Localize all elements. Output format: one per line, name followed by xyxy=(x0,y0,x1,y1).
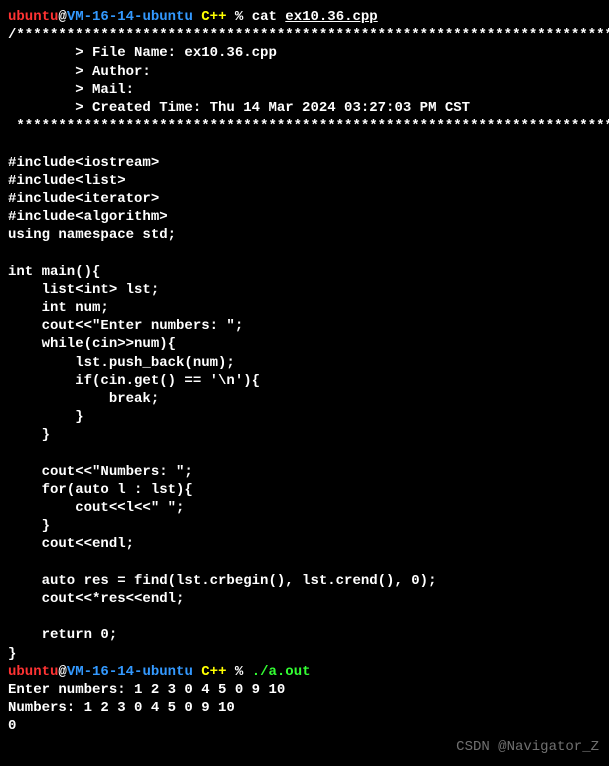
prompt-user: ubuntu xyxy=(8,8,58,26)
prompt-percent: % xyxy=(235,663,252,681)
source-code-output: /***************************************… xyxy=(8,26,601,663)
program-output: Enter numbers: 1 2 3 0 4 5 0 9 10 Number… xyxy=(8,681,601,736)
prompt-command[interactable]: cat xyxy=(252,8,286,26)
prompt-user: ubuntu xyxy=(8,663,58,681)
prompt-at: @ xyxy=(58,663,66,681)
prompt-dir: C++ xyxy=(193,8,235,26)
prompt-dir: C++ xyxy=(193,663,235,681)
prompt-host: VM-16-14-ubuntu xyxy=(67,663,193,681)
shell-prompt-1: ubuntu@VM-16-14-ubuntu C++ % cat ex10.36… xyxy=(8,8,601,26)
prompt-command[interactable]: ./a.out xyxy=(252,663,311,681)
prompt-argument[interactable]: ex10.36.cpp xyxy=(285,8,377,26)
watermark-text: CSDN @Navigator_Z xyxy=(456,738,599,756)
prompt-host: VM-16-14-ubuntu xyxy=(67,8,193,26)
prompt-at: @ xyxy=(58,8,66,26)
shell-prompt-2: ubuntu@VM-16-14-ubuntu C++ % ./a.out xyxy=(8,663,601,681)
prompt-percent: % xyxy=(235,8,252,26)
